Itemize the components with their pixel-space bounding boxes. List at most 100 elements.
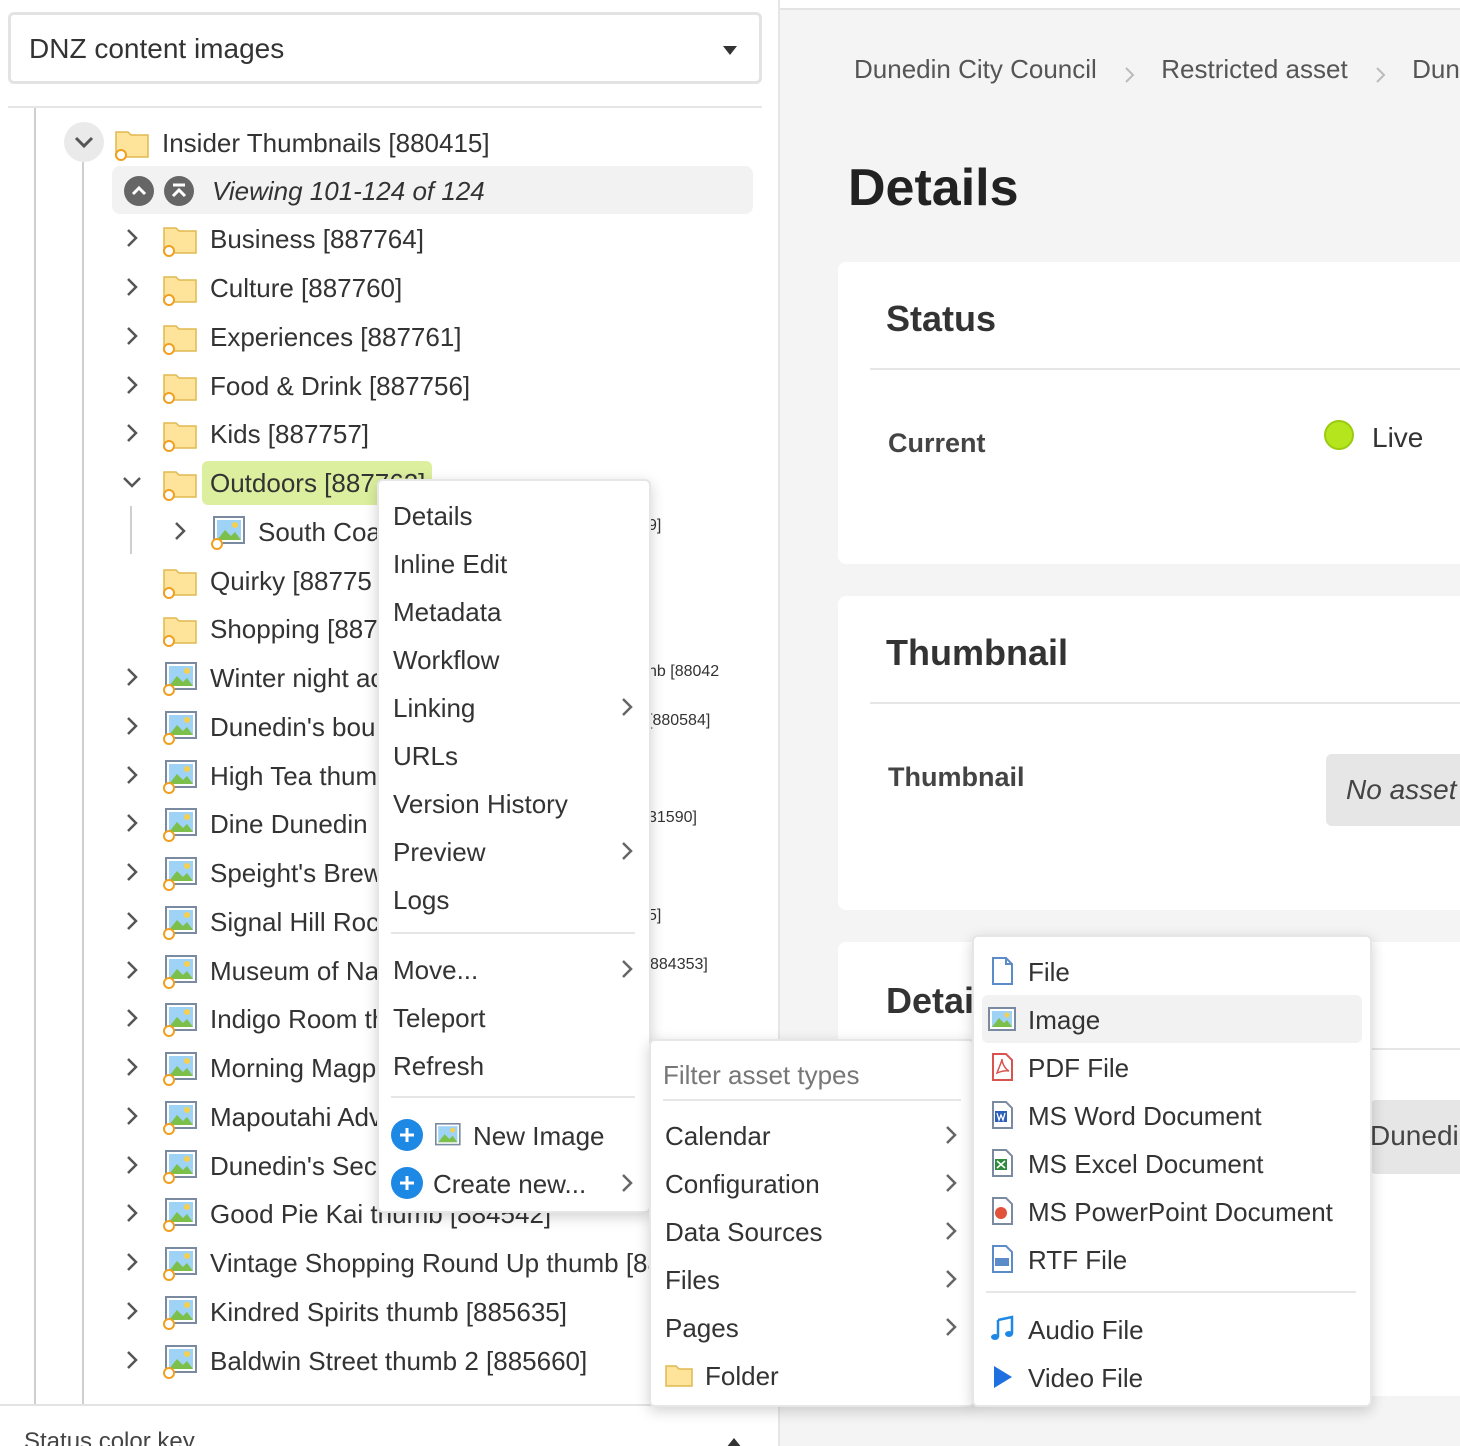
chevron-right-icon[interactable]: [118, 322, 146, 350]
plus-icon: [391, 1119, 423, 1151]
file-type-rtf-file[interactable]: RTF File: [974, 1235, 1370, 1283]
file-type-file[interactable]: File: [974, 947, 1370, 995]
menu-item-label: MS Excel Document: [1028, 1149, 1264, 1179]
menu-divider: [663, 1099, 961, 1101]
chevron-right-icon[interactable]: [118, 956, 146, 984]
chevron-right-icon[interactable]: [118, 1151, 146, 1179]
breadcrumb-item[interactable]: Restricted asset: [1161, 54, 1347, 85]
chevron-right-icon[interactable]: [118, 809, 146, 837]
menu-item-create-new[interactable]: Create new...: [379, 1159, 649, 1207]
asset-type-pages[interactable]: Pages: [651, 1303, 973, 1351]
asset-types-menu: Calendar Configuration Data Sources Files Pa…: [649, 1039, 975, 1407]
image-icon: [431, 1119, 463, 1151]
menu-item-workflow[interactable]: Workflow: [379, 635, 649, 683]
chevron-up-icon: [726, 1438, 742, 1446]
filter-asset-types-input[interactable]: [663, 1055, 963, 1095]
chevron-right-icon[interactable]: [118, 1297, 146, 1325]
chevron-right-icon: [939, 1267, 963, 1291]
folder-icon: [160, 608, 200, 648]
asset-type-files[interactable]: Files: [651, 1255, 973, 1303]
chevron-right-icon[interactable]: [118, 663, 146, 691]
file-type-image[interactable]: Image: [982, 995, 1362, 1043]
menu-item-version-history[interactable]: Version History: [379, 779, 649, 827]
chevron-right-icon[interactable]: [118, 1102, 146, 1130]
status-card: Status Current Live: [838, 262, 1460, 564]
file-type-pdf-file[interactable]: PDF File: [974, 1043, 1370, 1091]
asset-type-configuration[interactable]: Configuration: [651, 1159, 973, 1207]
menu-item-logs[interactable]: Logs: [379, 875, 649, 923]
menu-item-inline-edit[interactable]: Inline Edit: [379, 539, 649, 587]
menu-item-label: New Image: [473, 1121, 605, 1151]
menu-item-label: File: [1028, 957, 1070, 987]
chevron-right-icon[interactable]: [118, 761, 146, 789]
chevron-right-icon[interactable]: [118, 371, 146, 399]
chevron-right-icon[interactable]: [118, 1053, 146, 1081]
menu-item-move[interactable]: Move...: [379, 945, 649, 993]
chevron-right-icon[interactable]: [118, 1199, 146, 1227]
asset-type-calendar[interactable]: Calendar: [651, 1111, 973, 1159]
video-icon: [986, 1361, 1018, 1393]
chevron-right-icon: [939, 1171, 963, 1195]
thumbnail-asset-picker[interactable]: No asset: [1326, 754, 1460, 826]
chevron-right-icon[interactable]: [118, 1346, 146, 1374]
chevron-right-icon[interactable]: [118, 273, 146, 301]
tree-item-experiences[interactable]: Experiences [887761]: [0, 312, 778, 360]
menu-divider: [986, 1291, 1356, 1293]
context-menu: Details Inline Edit Metadata Workflow Linkin…: [377, 479, 651, 1213]
menu-item-details[interactable]: Details: [379, 491, 649, 539]
tree-item-label: Shopping [887: [210, 614, 378, 644]
page-up-icon[interactable]: [124, 176, 154, 206]
menu-item-new-image[interactable]: New Image: [379, 1111, 649, 1159]
status-color-key[interactable]: Status color key: [0, 1404, 778, 1446]
folder-icon: [160, 218, 200, 258]
breadcrumb-item[interactable]: Dunedin: [1412, 54, 1460, 85]
chevron-right-icon[interactable]: [118, 712, 146, 740]
menu-item-label: Calendar: [665, 1121, 771, 1151]
file-type-video-file[interactable]: Video File: [974, 1353, 1370, 1401]
chevron-right-icon[interactable]: [118, 224, 146, 252]
folder-icon: [663, 1359, 695, 1391]
chevron-right-icon[interactable]: [166, 517, 194, 545]
chevron-right-icon[interactable]: [118, 1248, 146, 1276]
menu-item-linking[interactable]: Linking: [379, 683, 649, 731]
tree-item-label: Baldwin Street thumb 2 [885660]: [210, 1346, 588, 1376]
tree-item-label-fragment: [880584]: [648, 712, 711, 729]
file-type-ms-word-document[interactable]: MS Word Document: [974, 1091, 1370, 1139]
menu-item-teleport[interactable]: Teleport: [379, 993, 649, 1041]
tree-item-food-drink[interactable]: Food & Drink [887756]: [0, 361, 778, 409]
chevron-right-icon[interactable]: [118, 858, 146, 886]
tree-item-label: Culture [887760]: [210, 273, 403, 303]
chevron-right-icon: [615, 957, 639, 981]
folder-icon: [160, 413, 200, 453]
page-first-icon[interactable]: [164, 176, 194, 206]
file-type-audio-file[interactable]: Audio File: [974, 1305, 1370, 1353]
file-type-ms-powerpoint-document[interactable]: MS PowerPoint Document: [974, 1187, 1370, 1235]
tree-item-label: Kids [887757]: [210, 419, 370, 449]
tree-item-kids[interactable]: Kids [887757]: [0, 409, 778, 457]
tree-item-culture[interactable]: Culture [887760]: [0, 263, 778, 311]
tree-item-insider-thumbnails[interactable]: Insider Thumbnails [880415]: [0, 118, 778, 166]
asset-type-data-sources[interactable]: Data Sources: [651, 1207, 973, 1255]
tree-item-label: Experiences [887761]: [210, 322, 462, 352]
chevron-right-icon[interactable]: [118, 1004, 146, 1032]
chevron-right-icon[interactable]: [118, 907, 146, 935]
pagination-text: Viewing 101-124 of 124: [212, 176, 485, 206]
details-field-value[interactable]: Dunedin: [1370, 1100, 1460, 1174]
chevron-right-icon[interactable]: [118, 419, 146, 447]
tree-item-business[interactable]: Business [887764]: [0, 214, 778, 262]
menu-item-preview[interactable]: Preview: [379, 827, 649, 875]
tree-item-label: Dunedin's Secr: [210, 1151, 386, 1181]
file-type-ms-excel-document[interactable]: MS Excel Document: [974, 1139, 1370, 1187]
tree-item-label-fragment: 31590]: [648, 809, 697, 826]
menu-item-refresh[interactable]: Refresh: [379, 1041, 649, 1089]
chevron-down-icon[interactable]: [64, 122, 104, 162]
asset-type-folder[interactable]: Folder: [651, 1351, 973, 1399]
chevron-down-icon[interactable]: [118, 468, 146, 496]
image-icon: [160, 998, 200, 1038]
breadcrumb-item[interactable]: Dunedin City Council: [854, 54, 1097, 85]
menu-item-urls[interactable]: URLs: [379, 731, 649, 779]
chevron-right-icon: [939, 1219, 963, 1243]
menu-item-metadata[interactable]: Metadata: [379, 587, 649, 635]
tree-item-label: Food & Drink [887756]: [210, 371, 471, 401]
image-icon: [160, 803, 200, 843]
